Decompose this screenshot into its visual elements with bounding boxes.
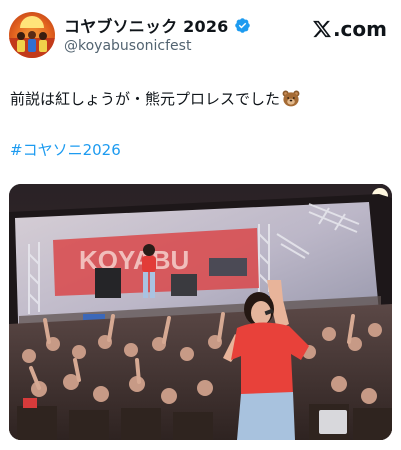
account-name-row: コヤブソニック 2026 [64,13,251,37]
tweet-text: 前説は紅しょうが・熊元プロレスでした [10,88,300,110]
x-brand-logo[interactable]: .com [312,17,387,41]
x-logo-icon [312,20,331,38]
account-handle[interactable]: @koyabusonicfest [64,38,191,54]
avatar-sun-graphic [20,16,44,28]
hashtag-link[interactable]: #コヤソニ2026 [10,139,121,160]
tweet-body: 前説は紅しょうが・熊元プロレスでした [10,90,281,108]
account-display-name[interactable]: コヤブソニック 2026 [64,13,229,37]
stage-photo-graphic: KOYABU [9,184,392,440]
tweet-card: コヤブソニック 2026 @koyabusonicfest .com 前説は紅し… [0,0,401,450]
x-logo-text: .com [332,17,387,41]
tweet-photo[interactable]: KOYABU [9,184,392,440]
account-avatar[interactable] [9,12,55,58]
bear-face-icon [282,90,300,107]
avatar-figures-graphic [17,31,47,52]
verified-badge-icon [234,17,250,33]
